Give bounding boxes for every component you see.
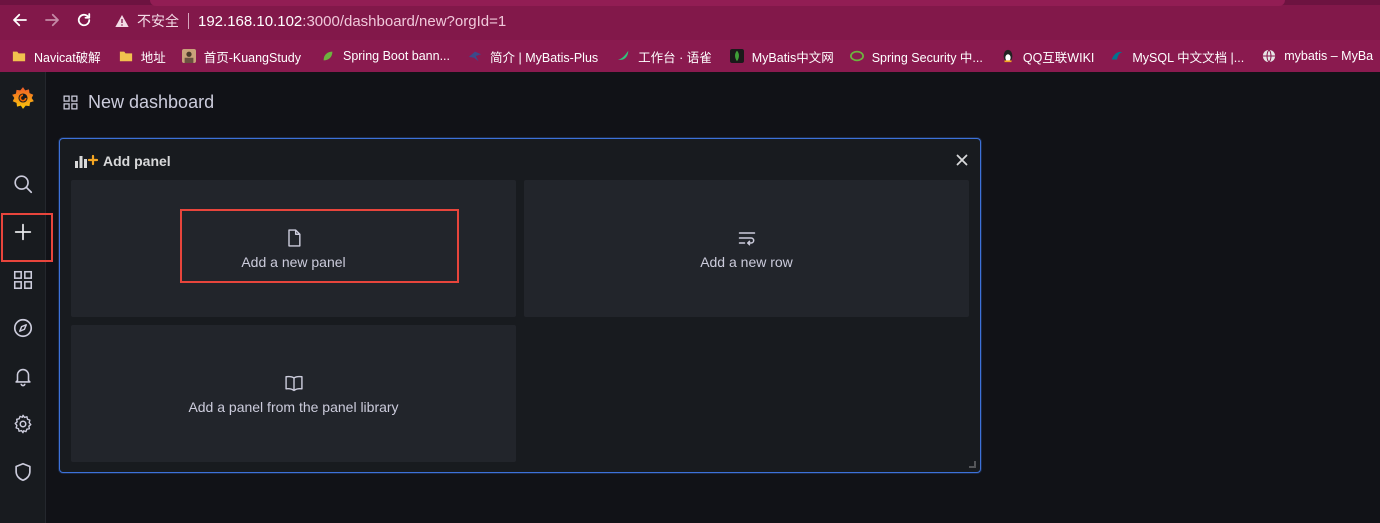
bookmark-label: MyBatis中文网 bbox=[751, 50, 834, 65]
tile-label: Add a new row bbox=[700, 253, 793, 270]
dolphin-icon bbox=[1112, 51, 1123, 60]
compass-icon bbox=[13, 318, 33, 338]
bookmark-spring-security[interactable]: Spring Security 中... bbox=[834, 40, 983, 72]
forward-button[interactable] bbox=[41, 9, 63, 31]
bookmark-yuque[interactable]: 工作台 · 语雀 bbox=[598, 40, 712, 72]
reload-button[interactable] bbox=[73, 9, 95, 31]
bookmark-mybatis-plus[interactable]: 简介 | MyBatis-Plus bbox=[450, 40, 598, 72]
avatar-icon bbox=[181, 49, 196, 63]
gear-icon bbox=[14, 414, 32, 434]
sidebar-item-create[interactable] bbox=[0, 208, 46, 256]
bookmark-mybatis-cn[interactable]: MyBatis中文网 bbox=[712, 40, 834, 72]
bookmark-mysql-docs[interactable]: MySQL 中文文档 |... bbox=[1094, 40, 1244, 72]
sidebar bbox=[0, 72, 53, 523]
url-path: :3000/dashboard/new?orgId=1 bbox=[302, 12, 507, 30]
bookmark-label: Navicat破解 bbox=[34, 50, 101, 65]
bookmarks-bar: Navicat破解 地址 首页-KuangStudy Spring Boot b… bbox=[0, 40, 1380, 72]
tile-label: Add a new panel bbox=[241, 253, 346, 270]
bookmark-label: Spring Boot bann... bbox=[342, 49, 451, 63]
grafana-logo-icon bbox=[12, 87, 34, 109]
add-panel-widget: Add panel Add a new panel Add a new row … bbox=[59, 138, 981, 473]
sidebar-item-explore[interactable] bbox=[0, 304, 46, 352]
folder-icon bbox=[12, 51, 26, 62]
bookmark-mybatis[interactable]: mybatis – MyBa bbox=[1244, 40, 1373, 72]
mongo-leaf-icon bbox=[729, 49, 744, 63]
address-bar[interactable]: 不安全 192.168.10.102:3000/dashboard/new?or… bbox=[106, 7, 1380, 35]
file-icon bbox=[287, 228, 301, 247]
penguin-icon bbox=[1003, 49, 1013, 63]
sidebar-item-server-admin[interactable] bbox=[0, 448, 46, 496]
book-icon bbox=[284, 375, 303, 391]
tile-label: Add a panel from the panel library bbox=[188, 398, 399, 415]
bookmark-label: 简介 | MyBatis-Plus bbox=[490, 50, 599, 65]
bookmark-label: mybatis – MyBa bbox=[1284, 49, 1374, 63]
bookmark-label: 首页-KuangStudy bbox=[203, 50, 301, 65]
page-header: New dashboard bbox=[62, 92, 214, 113]
dashboard-grid-icon bbox=[63, 95, 78, 110]
resize-handle[interactable] bbox=[969, 461, 976, 468]
folder-icon bbox=[119, 51, 132, 62]
browser-toolbar: 不安全 192.168.10.102:3000/dashboard/new?or… bbox=[0, 0, 1380, 40]
reload-icon bbox=[77, 13, 91, 27]
add-new-panel-tile[interactable]: Add a new panel bbox=[71, 180, 516, 317]
omnibox-divider bbox=[188, 13, 189, 29]
add-panel-icon bbox=[75, 154, 99, 168]
sidebar-item-alerting[interactable] bbox=[0, 352, 46, 400]
spring-icon bbox=[849, 50, 864, 62]
search-icon bbox=[14, 175, 33, 194]
bookmark-label: QQ互联WIKI bbox=[1022, 50, 1095, 65]
bird-icon bbox=[468, 51, 482, 62]
grafana-app: New dashboard Add panel Add a new panel … bbox=[0, 72, 1380, 523]
row-wrap-icon bbox=[738, 231, 755, 245]
bookmark-qq-wiki[interactable]: QQ互联WIKI bbox=[983, 40, 1095, 72]
close-button[interactable] bbox=[954, 152, 970, 168]
bell-icon bbox=[15, 368, 31, 387]
active-tab-edge bbox=[150, 0, 1285, 6]
bookmark-label: MySQL 中文文档 |... bbox=[1132, 50, 1245, 65]
back-button[interactable] bbox=[9, 9, 31, 31]
sidebar-item-configuration[interactable] bbox=[0, 400, 46, 448]
forward-arrow-icon bbox=[45, 13, 59, 27]
add-new-row-tile[interactable]: Add a new row bbox=[524, 180, 969, 317]
page-title[interactable]: New dashboard bbox=[88, 92, 214, 113]
close-icon bbox=[956, 154, 968, 166]
back-arrow-icon bbox=[13, 13, 27, 27]
bookmark-label: Spring Security 中... bbox=[871, 50, 983, 65]
bookmark-address[interactable]: 地址 bbox=[101, 40, 166, 72]
dashboards-grid-icon bbox=[13, 270, 33, 290]
bookmark-label: 地址 bbox=[140, 50, 166, 65]
bookmark-kuangstudy[interactable]: 首页-KuangStudy bbox=[166, 40, 301, 72]
panel-header: Add panel bbox=[74, 153, 171, 169]
security-status[interactable]: 不安全 bbox=[137, 11, 179, 31]
grafana-home-link[interactable] bbox=[0, 74, 46, 122]
bookmark-label: 工作台 · 语雀 bbox=[638, 50, 712, 65]
leaf-icon bbox=[323, 51, 333, 61]
yuque-icon bbox=[617, 50, 629, 60]
shield-icon bbox=[15, 462, 31, 482]
globe-icon bbox=[1263, 49, 1276, 63]
url-host: 192.168.10.102 bbox=[198, 12, 303, 30]
sidebar-item-search[interactable] bbox=[0, 160, 46, 208]
bookmark-spring-boot-banner[interactable]: Spring Boot bann... bbox=[301, 40, 450, 72]
bookmark-navicat[interactable]: Navicat破解 bbox=[0, 40, 101, 72]
add-panel-from-library-tile[interactable]: Add a panel from the panel library bbox=[71, 325, 516, 462]
panel-title: Add panel bbox=[103, 153, 171, 169]
warning-icon bbox=[115, 15, 129, 27]
sidebar-item-dashboards[interactable] bbox=[0, 256, 46, 304]
plus-icon bbox=[14, 223, 32, 241]
